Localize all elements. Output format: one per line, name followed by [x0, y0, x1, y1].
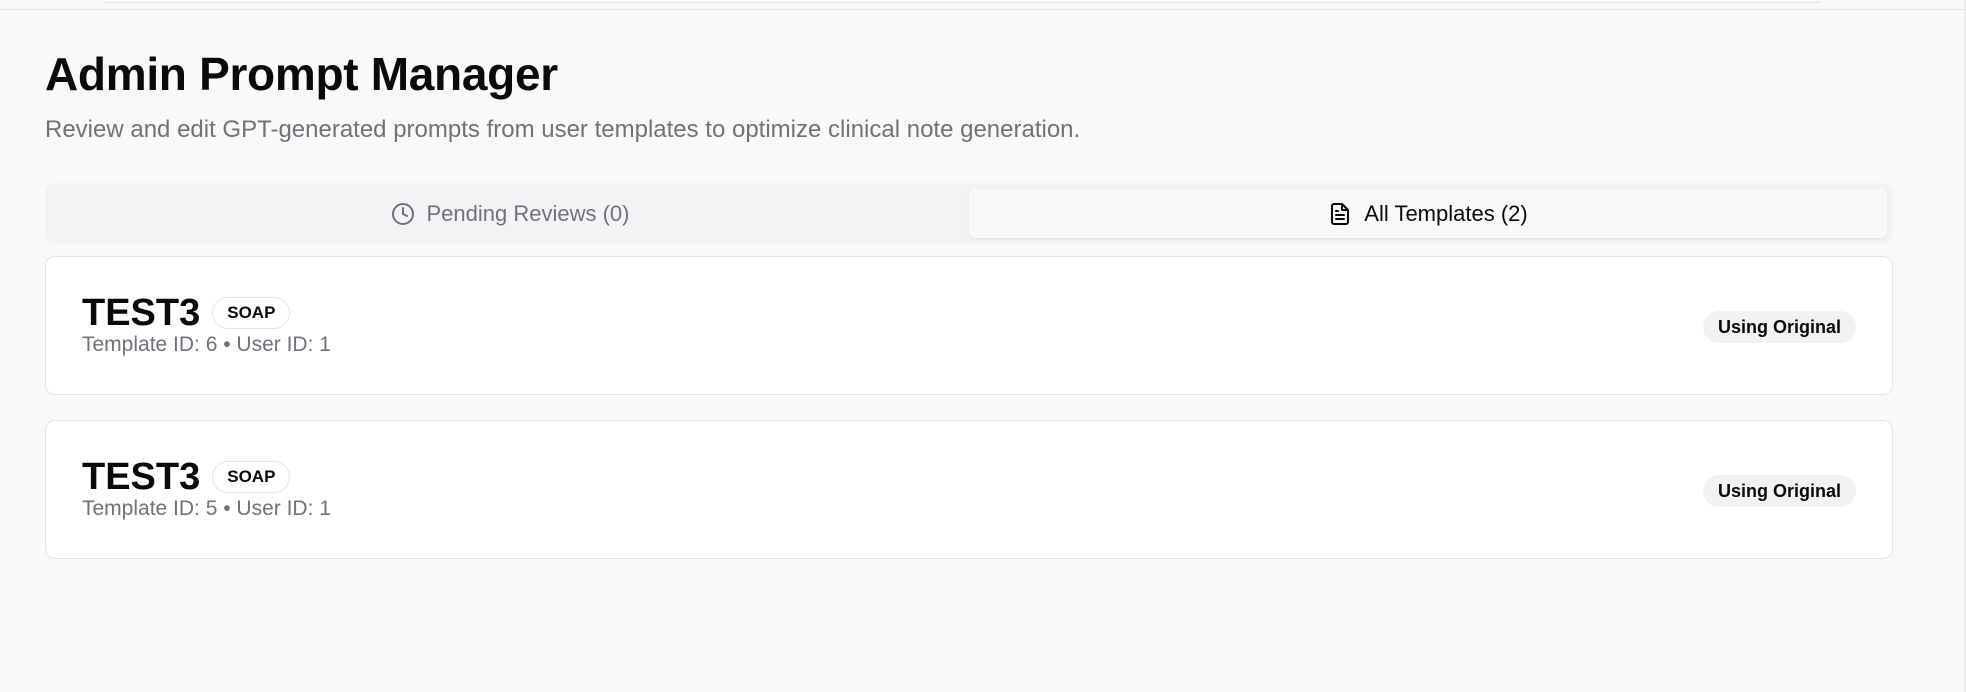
tab-pending-reviews[interactable]: Pending Reviews (0) — [51, 189, 969, 238]
status-badge: Using Original — [1702, 311, 1856, 343]
tab-all-templates-label: All Templates (2) — [1364, 200, 1528, 226]
clock-icon — [391, 202, 415, 226]
template-type-badge: SOAP — [212, 461, 291, 493]
status-badge: Using Original — [1702, 475, 1856, 507]
template-card[interactable]: TEST3 SOAP Template ID: 5 • User ID: 1 U… — [45, 420, 1893, 559]
page-subtitle: Review and edit GPT-generated prompts fr… — [45, 116, 1081, 143]
top-bar — [0, 0, 1966, 10]
template-card-header: TEST3 SOAP — [82, 291, 291, 335]
template-name: TEST3 — [82, 292, 201, 334]
template-name: TEST3 — [82, 456, 201, 498]
top-bar-divider — [105, 0, 1820, 3]
tab-all-templates[interactable]: All Templates (2) — [969, 189, 1887, 238]
template-card[interactable]: TEST3 SOAP Template ID: 6 • User ID: 1 U… — [45, 256, 1893, 395]
template-meta: Template ID: 5 • User ID: 1 — [82, 497, 331, 520]
template-card-header: TEST3 SOAP — [82, 455, 291, 499]
template-type-badge: SOAP — [212, 297, 291, 329]
tab-list: Pending Reviews (0) All Templates (2) — [45, 183, 1893, 244]
page-title: Admin Prompt Manager — [45, 48, 558, 100]
file-text-icon — [1328, 202, 1352, 226]
tab-pending-reviews-label: Pending Reviews (0) — [426, 200, 630, 226]
template-meta: Template ID: 6 • User ID: 1 — [82, 333, 331, 356]
